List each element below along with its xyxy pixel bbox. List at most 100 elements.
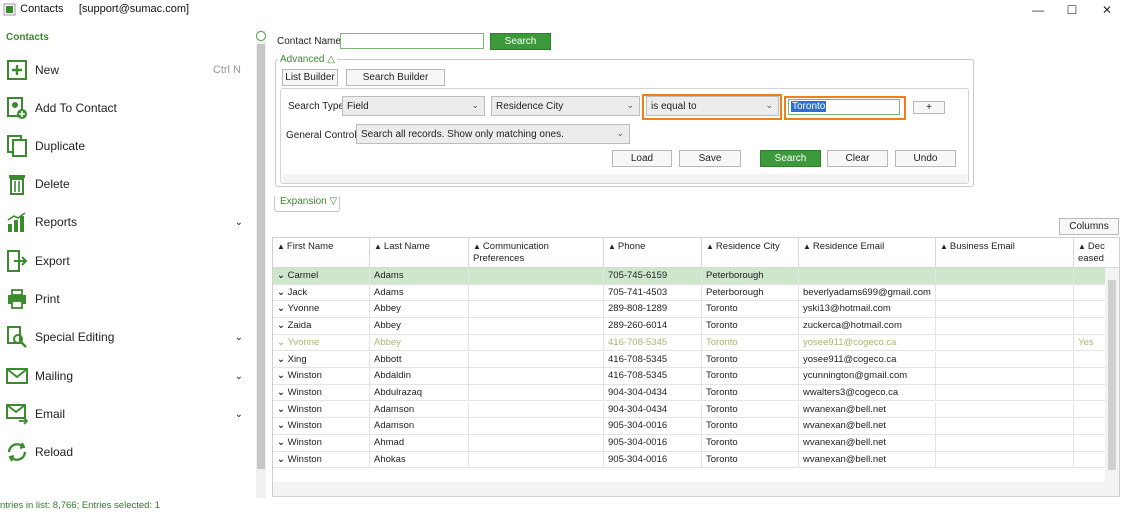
- column-header-deceased[interactable]: ▲ Dec eased: [1074, 238, 1106, 268]
- search-button[interactable]: Search: [490, 33, 551, 50]
- column-header-phone[interactable]: ▲ Phone: [604, 238, 702, 268]
- collapse-sidebar-icon[interactable]: [256, 31, 266, 41]
- expand-row-icon[interactable]: ⌄: [277, 287, 288, 298]
- column-header-residence-city[interactable]: ▲ Residence City: [702, 238, 799, 268]
- table-row[interactable]: ⌄ Winston Ahmad 905-304-0016 Toronto wvanexa…: [273, 435, 1106, 452]
- column-header-last-name[interactable]: ▲ Last Name: [370, 238, 469, 268]
- column-header-residence-email[interactable]: ▲ Residence Email: [799, 238, 936, 268]
- cell-text: Adams: [374, 270, 404, 281]
- clear-button[interactable]: Clear: [827, 150, 888, 167]
- cell-deceased: [1074, 318, 1106, 335]
- cell-text: Toronto: [706, 420, 738, 432]
- advanced-search-button[interactable]: Search: [760, 150, 821, 167]
- column-header-first-name[interactable]: ▲ First Name: [273, 238, 370, 268]
- sidebar-item-reports[interactable]: Reports ⌄: [5, 207, 249, 237]
- sidebar-item-new[interactable]: New Ctrl N: [5, 55, 249, 85]
- expand-row-icon[interactable]: ⌄: [277, 437, 288, 448]
- cell-text: Abbott: [374, 353, 402, 365]
- cell-last-name: Abdulrazaq: [370, 384, 469, 402]
- grid-header: ▲ First Name ▲ Last Name ▲ Communication Pr…: [273, 238, 1119, 268]
- expand-row-icon[interactable]: ⌄: [277, 354, 288, 365]
- sidebar-item-export[interactable]: Export: [5, 246, 249, 276]
- cell-first-name: ⌄ Yvonne: [273, 334, 370, 352]
- sidebar-item-label: Special Editing: [35, 330, 115, 344]
- sidebar-item-special-editing[interactable]: Special Editing ⌄: [5, 322, 249, 352]
- chevron-down-icon[interactable]: ⌄: [235, 217, 243, 228]
- cell-communication-preferences: [469, 318, 604, 335]
- minimize-button[interactable]: —: [1023, 1, 1053, 19]
- search-type-label: Search Type:: [288, 101, 347, 112]
- expand-row-icon[interactable]: ⌄: [277, 370, 288, 381]
- cell-deceased: Yes: [1074, 334, 1106, 352]
- cell-business-email: [936, 435, 1074, 452]
- sidebar-scrollbar[interactable]: [256, 30, 266, 498]
- cell-last-name: Adamson: [370, 418, 469, 435]
- columns-button[interactable]: Columns: [1059, 218, 1119, 235]
- undo-button[interactable]: Undo: [895, 150, 956, 167]
- expand-row-icon[interactable]: ⌄: [277, 454, 288, 465]
- expand-row-icon[interactable]: ⌄: [277, 270, 288, 281]
- sidebar-item-duplicate[interactable]: Duplicate: [5, 131, 249, 161]
- search-type-select[interactable]: Field ⌄: [342, 96, 485, 116]
- chevron-down-icon[interactable]: ⌄: [235, 371, 243, 382]
- cell-deceased: [1074, 384, 1106, 402]
- save-button[interactable]: Save: [679, 150, 741, 167]
- table-row[interactable]: ⌄ Zaida Abbey 289-260-6014 Toronto zuckerca@…: [273, 318, 1106, 335]
- expand-row-icon[interactable]: ⌄: [277, 337, 288, 348]
- general-control-select[interactable]: Search all records. Show only matching o…: [356, 124, 630, 144]
- table-row[interactable]: ⌄ Jack Adams 705-741-4503 Peterborough bever…: [273, 284, 1106, 302]
- grid-vscrollbar[interactable]: [1105, 268, 1119, 483]
- column-header-communication-preferences[interactable]: ▲ Communication Preferences: [469, 238, 604, 268]
- sidebar-item-delete[interactable]: Delete: [5, 169, 249, 199]
- column-header-business-email[interactable]: ▲ Business Email: [936, 238, 1074, 268]
- cell-text: 904-304-0434: [608, 403, 668, 415]
- expand-row-icon[interactable]: ⌄: [277, 320, 288, 331]
- table-row[interactable]: ⌄ Winston Abdaldin 416-708-5345 Toronto ycun…: [273, 368, 1106, 385]
- table-row[interactable]: ⌄ Winston Ahokas 905-304-0016 Toronto wvanex…: [273, 451, 1106, 469]
- sidebar-item-add-to-contact[interactable]: Add To Contact: [5, 93, 249, 123]
- expand-row-icon[interactable]: ⌄: [277, 404, 288, 415]
- field-select[interactable]: Residence City ⌄: [491, 96, 640, 116]
- close-button[interactable]: ✕: [1092, 1, 1122, 19]
- add-criteria-button[interactable]: +: [913, 101, 945, 114]
- load-button[interactable]: Load: [612, 150, 672, 167]
- cell-deceased: [1074, 368, 1106, 385]
- table-row[interactable]: ⌄ Carmel Adams 705-745-6159 Peterborough: [273, 268, 1106, 285]
- table-row[interactable]: ⌄ Xing Abbott 416-708-5345 Toronto yosee911@…: [273, 351, 1106, 369]
- cell-residence-email: wvanexan@bell.net: [799, 435, 936, 452]
- cell-residence-city: Toronto: [702, 451, 799, 469]
- envelope-icon: [5, 364, 29, 388]
- cell-text: Winston: [287, 437, 322, 448]
- chevron-down-icon[interactable]: ⌄: [235, 332, 243, 343]
- table-row[interactable]: ⌄ Winston Abdulrazaq 904-304-0434 Toronto ww…: [273, 384, 1106, 402]
- grid-hscrollbar[interactable]: [273, 482, 1119, 496]
- scroll-thumb[interactable]: [1108, 280, 1116, 470]
- list-builder-button[interactable]: List Builder: [282, 69, 338, 86]
- chevron-down-icon[interactable]: ⌄: [235, 409, 243, 420]
- email-icon: [5, 402, 29, 426]
- sidebar-item-mailing[interactable]: Mailing ⌄: [5, 361, 249, 391]
- table-row[interactable]: ⌄ Winston Adamson 905-304-0016 Toronto wvane…: [273, 418, 1106, 435]
- cell-text: Adamson: [374, 403, 415, 415]
- table-row[interactable]: ⌄ Yvonne Abbey 416-708-5345 Toronto yosee911…: [273, 334, 1106, 352]
- expand-row-icon[interactable]: ⌄: [277, 303, 288, 314]
- contact-name-input[interactable]: [340, 33, 484, 49]
- expansion-toggle[interactable]: Expansion ▽: [278, 196, 340, 207]
- maximize-button[interactable]: ☐: [1057, 1, 1087, 19]
- table-row[interactable]: ⌄ Winston Adamson 904-304-0434 Toronto wvane…: [273, 401, 1106, 419]
- cell-communication-preferences: [469, 301, 604, 318]
- advanced-toggle[interactable]: Advanced △: [278, 54, 337, 65]
- cell-residence-city: Peterborough: [702, 268, 799, 285]
- expand-row-icon[interactable]: ⌄: [277, 420, 288, 431]
- sidebar-item-print[interactable]: Print: [5, 284, 249, 314]
- cell-text: Carmel: [287, 270, 319, 281]
- builder-hscrollbar[interactable]: [283, 174, 967, 183]
- cell-phone: 705-745-6159: [604, 268, 702, 285]
- search-builder-button[interactable]: Search Builder: [346, 69, 445, 86]
- table-row[interactable]: ⌄ Yvonne Abbey 289-808-1289 Toronto yski13@h…: [273, 301, 1106, 318]
- scroll-thumb[interactable]: [257, 44, 265, 469]
- operator-highlight: [642, 94, 782, 120]
- sidebar-item-reload[interactable]: Reload: [5, 437, 249, 467]
- expand-row-icon[interactable]: ⌄: [277, 387, 288, 398]
- sidebar-item-email[interactable]: Email ⌄: [5, 399, 249, 429]
